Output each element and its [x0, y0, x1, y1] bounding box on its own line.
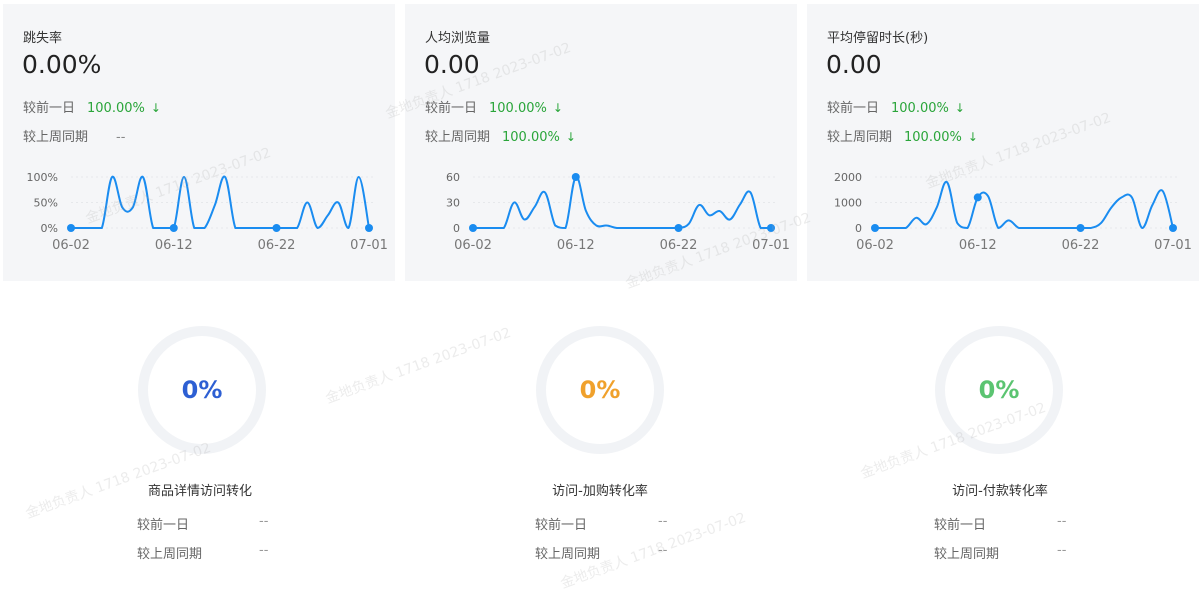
ring-week-label: 较上周同期 [934, 547, 1000, 562]
y-tick-label: 100% [27, 171, 58, 184]
sparkline-chart: 0 30 60 06-02 06-12 06-22 07-01 [446, 171, 790, 253]
ring-day-value: -- [658, 514, 668, 529]
card-title: 人均浏览量 [425, 31, 491, 46]
y-tick-label: 1000 [834, 197, 862, 210]
series-line [473, 175, 771, 230]
ring-day-row: 较前一日 -- [535, 514, 675, 533]
series-line [71, 175, 370, 230]
y-tick-label: 0 [453, 222, 460, 235]
compare-week-label: 较上周同期 [23, 130, 89, 145]
sparkline-chart: 0 1000 2000 06-02 06-12 06-22 07-01 [834, 171, 1192, 253]
compare-day-row: 较前一日 100.00% ↓ [827, 97, 965, 116]
data-point-marker[interactable] [67, 224, 75, 232]
compare-week-label: 较上周同期 [425, 130, 491, 145]
compare-week-row: 较上周同期 100.00% ↓ [827, 126, 978, 145]
card-title: 平均停留时长(秒) [827, 31, 929, 46]
compare-week-value: 100.00% [502, 130, 560, 145]
card-value: 0.00% [22, 50, 102, 79]
sparkline-chart: 0% 50% 100% 06-02 06-12 06-22 07-01 [27, 171, 388, 253]
card-avg-pageviews: 人均浏览量 0.00 较前一日 100.00% ↓ 较上周同期 100.00% ↓ 0 3… [405, 4, 797, 281]
compare-day-label: 较前一日 [425, 101, 478, 116]
card-bounce-rate: 跳失率 0.00% 较前一日 100.00% ↓ 较上周同期 -- 0% 50% 100%… [3, 4, 395, 281]
arrow-down-icon: ↓ [552, 101, 563, 115]
x-tick-label: 06-12 [959, 238, 997, 253]
compare-week-value: -- [116, 130, 126, 145]
compare-day-value: 100.00% [87, 101, 145, 116]
data-point-marker[interactable] [767, 224, 775, 232]
ring-percent: 0% [579, 376, 621, 404]
x-tick-label: 07-01 [752, 238, 790, 253]
ring-block-detail-conversion: 0% 商品详情访问转化 较前一日 -- 较上周同期 -- [0, 320, 400, 573]
data-point-marker[interactable] [1169, 224, 1177, 232]
ring-title: 商品详情访问转化 [147, 484, 252, 499]
x-tick-label: 06-22 [258, 238, 296, 253]
ring-percent: 0% [181, 376, 223, 404]
card-value: 0.00 [424, 50, 480, 79]
compare-week-label: 较上周同期 [827, 130, 893, 145]
compare-week-value: 100.00% [904, 130, 962, 145]
arrow-down-icon: ↓ [565, 130, 576, 144]
ring-day-row: 较前一日 -- [934, 514, 1074, 533]
data-point-marker[interactable] [272, 224, 281, 232]
ring-day-label: 较前一日 [137, 518, 190, 533]
ring-day-value: -- [259, 514, 269, 529]
x-tick-label: 06-02 [454, 238, 492, 253]
x-tick-label: 06-12 [155, 238, 193, 253]
y-tick-label: 50% [34, 197, 58, 210]
compare-day-value: 100.00% [891, 101, 949, 116]
card-avg-duration: 平均停留时长(秒) 0.00 较前一日 100.00% ↓ 较上周同期 100.00%… [807, 4, 1199, 281]
ring-day-row: 较前一日 -- [137, 514, 277, 533]
y-tick-label: 2000 [834, 171, 862, 184]
ring-week-row: 较上周同期 -- [535, 543, 675, 562]
series-line [875, 181, 1174, 230]
data-point-marker[interactable] [871, 224, 879, 232]
ring-week-value: -- [259, 543, 269, 558]
arrow-down-icon: ↓ [967, 130, 978, 144]
x-tick-label: 06-02 [52, 238, 90, 253]
y-tick-label: 0% [41, 222, 58, 235]
ring-block-payment-conversion: 0% 访问-付款转化率 较前一日 -- 较上周同期 -- [800, 320, 1200, 573]
x-tick-label: 06-22 [660, 238, 698, 253]
x-tick-label: 06-02 [856, 238, 894, 253]
ring-block-cart-conversion: 0% 访问-加购转化率 较前一日 -- 较上周同期 -- [400, 320, 800, 573]
y-tick-label: 30 [446, 197, 460, 210]
x-tick-label: 06-22 [1062, 238, 1100, 253]
arrow-down-icon: ↓ [150, 101, 161, 115]
ring-day-value: -- [1057, 514, 1067, 529]
x-tick-label: 07-01 [1154, 238, 1192, 253]
compare-day-row: 较前一日 100.00% ↓ [23, 97, 161, 116]
compare-day-row: 较前一日 100.00% ↓ [425, 97, 563, 116]
data-point-marker[interactable] [674, 224, 683, 232]
ring-week-label: 较上周同期 [535, 547, 601, 562]
ring-percent: 0% [978, 376, 1020, 404]
ring-week-label: 较上周同期 [137, 547, 203, 562]
x-tick-label: 06-12 [557, 238, 595, 253]
data-point-marker[interactable] [1076, 224, 1085, 232]
card-title: 跳失率 [23, 31, 63, 46]
compare-day-label: 较前一日 [23, 101, 76, 116]
compare-day-value: 100.00% [489, 101, 547, 116]
ring-day-label: 较前一日 [934, 518, 987, 533]
data-point-marker[interactable] [571, 173, 580, 181]
ring-week-value: -- [658, 543, 668, 558]
x-tick-label: 07-01 [350, 238, 388, 253]
ring-day-label: 较前一日 [535, 518, 588, 533]
ring-week-row: 较上周同期 -- [137, 543, 277, 562]
ring-title: 访问-加购转化率 [552, 484, 648, 499]
y-tick-label: 60 [446, 171, 460, 184]
data-point-marker[interactable] [365, 224, 373, 232]
ring-week-row: 较上周同期 -- [934, 543, 1074, 562]
ring-title: 访问-付款转化率 [952, 484, 1048, 499]
compare-day-label: 较前一日 [827, 101, 880, 116]
data-point-marker[interactable] [169, 224, 178, 232]
data-point-marker[interactable] [469, 224, 477, 232]
data-point-marker[interactable] [973, 193, 982, 202]
compare-week-row: 较上周同期 -- [23, 126, 125, 145]
y-tick-label: 0 [855, 222, 862, 235]
compare-week-row: 较上周同期 100.00% ↓ [425, 126, 576, 145]
arrow-down-icon: ↓ [954, 101, 965, 115]
card-value: 0.00 [826, 50, 882, 79]
ring-week-value: -- [1057, 543, 1067, 558]
